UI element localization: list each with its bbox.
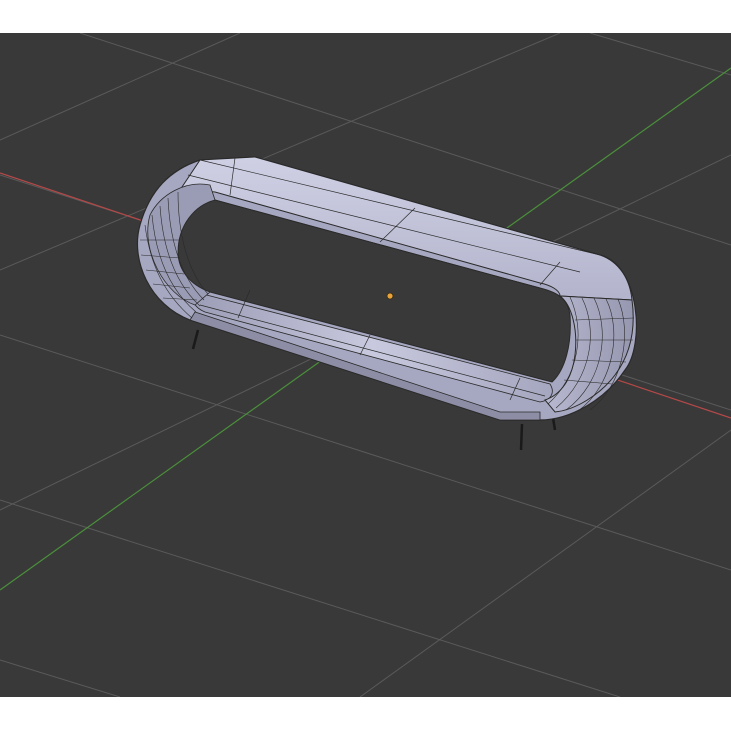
grid-line xyxy=(0,499,621,697)
top-margin xyxy=(0,0,731,33)
grid-line xyxy=(589,33,731,76)
3d-viewport[interactable] xyxy=(0,33,731,697)
object-origin-dot xyxy=(386,292,394,300)
grid-line xyxy=(0,659,121,697)
loop-bench-mesh[interactable] xyxy=(136,156,638,421)
leg xyxy=(519,423,524,451)
viewport-canvas[interactable] xyxy=(0,33,731,697)
bottom-margin xyxy=(0,697,731,731)
grid-line xyxy=(359,429,731,697)
leg xyxy=(191,329,200,350)
grid-line xyxy=(0,33,241,141)
